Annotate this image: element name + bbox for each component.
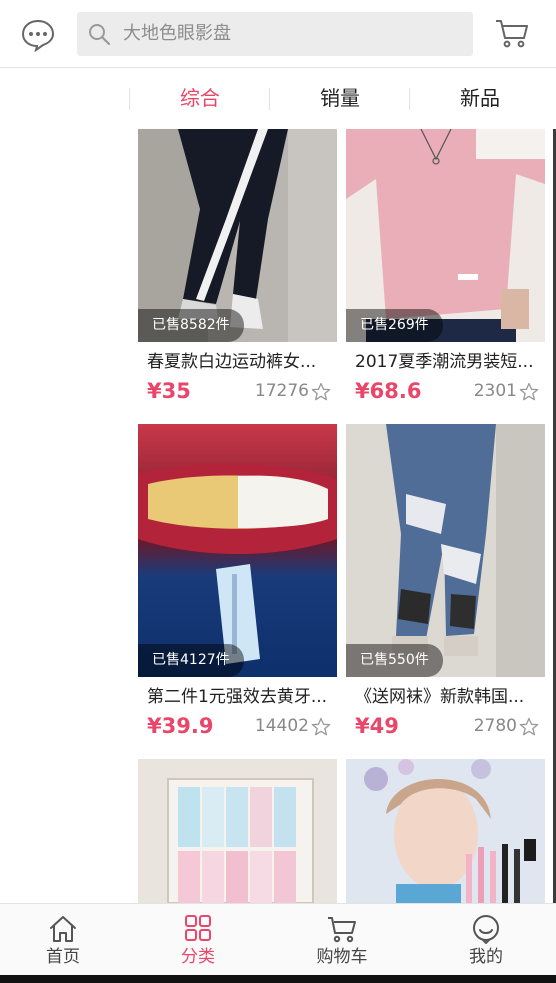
home-icon	[50, 916, 76, 942]
nav-category[interactable]: 分类	[138, 904, 258, 976]
nav-profile[interactable]: 我的	[426, 904, 546, 976]
profile-icon	[473, 915, 499, 944]
tab-comprehensive[interactable]: 综合	[130, 68, 270, 129]
cart-icon	[328, 917, 356, 943]
nav-label: 我的	[469, 947, 503, 967]
product-image[interactable]	[138, 759, 337, 903]
product-price: ¥49	[355, 714, 399, 738]
product-title[interactable]: 2017夏季潮流男装短...	[355, 350, 541, 374]
cart-icon[interactable]	[494, 16, 530, 50]
nav-label: 购物车	[316, 947, 368, 967]
like-count: 17276	[254, 381, 309, 401]
bottom-nav: 首页 分类 购物车 我的	[0, 903, 556, 975]
product-card[interactable]	[346, 759, 545, 903]
category-icon	[185, 915, 211, 941]
search-placeholder: 大地色眼影盘	[123, 23, 231, 44]
product-price: ¥68.6	[355, 379, 422, 403]
product-image[interactable]: 已售550件	[346, 424, 545, 677]
sold-badge: 已售8582件	[138, 309, 244, 342]
sort-tabs: 综合 销量 新品	[0, 68, 556, 129]
search-input[interactable]: 大地色眼影盘	[77, 12, 473, 56]
like-count: 14402	[254, 716, 309, 736]
product-image[interactable]: 已售4127件	[138, 424, 337, 677]
nav-home[interactable]: 首页	[3, 904, 123, 976]
system-bar	[0, 975, 556, 983]
product-card[interactable]: 已售4127件 第二件1元强效去黄牙... ¥39.9 14402	[138, 424, 337, 744]
product-image[interactable]: 已售269件	[346, 129, 545, 342]
sold-badge: 已售269件	[346, 309, 443, 342]
star-icon[interactable]	[519, 382, 539, 402]
nav-cart[interactable]: 购物车	[282, 904, 402, 976]
tab-new[interactable]: 新品	[410, 68, 550, 129]
product-title[interactable]: 第二件1元强效去黄牙...	[147, 685, 333, 709]
search-icon	[89, 24, 111, 46]
star-icon[interactable]	[519, 717, 539, 737]
sold-badge: 已售550件	[346, 644, 443, 677]
product-card[interactable]: 已售550件 《送网袜》新款韩国... ¥49 2780	[346, 424, 545, 744]
sold-badge: 已售4127件	[138, 644, 244, 677]
like-count: 2301	[473, 381, 517, 401]
like-count: 2780	[473, 716, 517, 736]
nav-label: 首页	[46, 947, 80, 967]
tab-sales[interactable]: 销量	[270, 68, 410, 129]
product-price: ¥35	[147, 379, 191, 403]
product-price: ¥39.9	[147, 714, 214, 738]
star-icon[interactable]	[311, 717, 331, 737]
product-image[interactable]: 已售8582件	[138, 129, 337, 342]
product-card[interactable]: 已售8582件 春夏款白边运动裤女... ¥35 17276	[138, 129, 337, 414]
product-title[interactable]: 春夏款白边运动裤女...	[147, 350, 333, 374]
product-card[interactable]: 已售269件 2017夏季潮流男装短... ¥68.6 2301	[346, 129, 545, 414]
product-card[interactable]	[138, 759, 337, 903]
top-bar: 大地色眼影盘	[0, 0, 556, 68]
star-icon[interactable]	[311, 382, 331, 402]
product-title[interactable]: 《送网袜》新款韩国...	[355, 685, 541, 709]
product-grid[interactable]: 已售8582件 春夏款白边运动裤女... ¥35 17276 已售269件 20…	[0, 129, 556, 903]
message-icon[interactable]	[20, 18, 56, 53]
product-image[interactable]	[346, 759, 545, 903]
nav-label: 分类	[181, 947, 215, 967]
